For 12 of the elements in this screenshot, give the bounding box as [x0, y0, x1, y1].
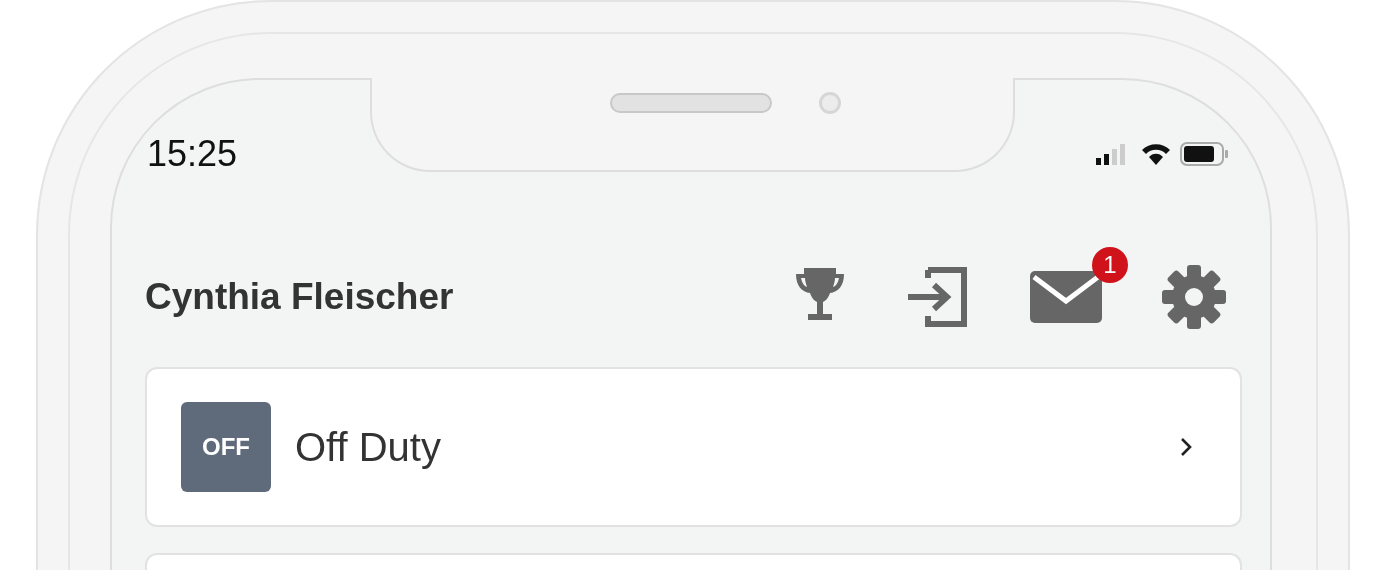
wifi-icon [1140, 142, 1172, 166]
user-name: Cynthia Fleischer [145, 276, 454, 318]
notification-badge: 1 [1092, 247, 1128, 283]
status-time: 15:25 [147, 133, 238, 175]
status-label: Off Duty [295, 424, 442, 470]
status-badge: OFF [181, 402, 271, 492]
chevron-right-icon [1180, 437, 1192, 457]
mail-icon[interactable] [1030, 271, 1102, 323]
camera-icon [819, 92, 841, 114]
settings-icon[interactable] [1160, 263, 1228, 331]
status-row[interactable]: OFF Off Duty [145, 367, 1242, 527]
battery-icon [1180, 142, 1230, 166]
